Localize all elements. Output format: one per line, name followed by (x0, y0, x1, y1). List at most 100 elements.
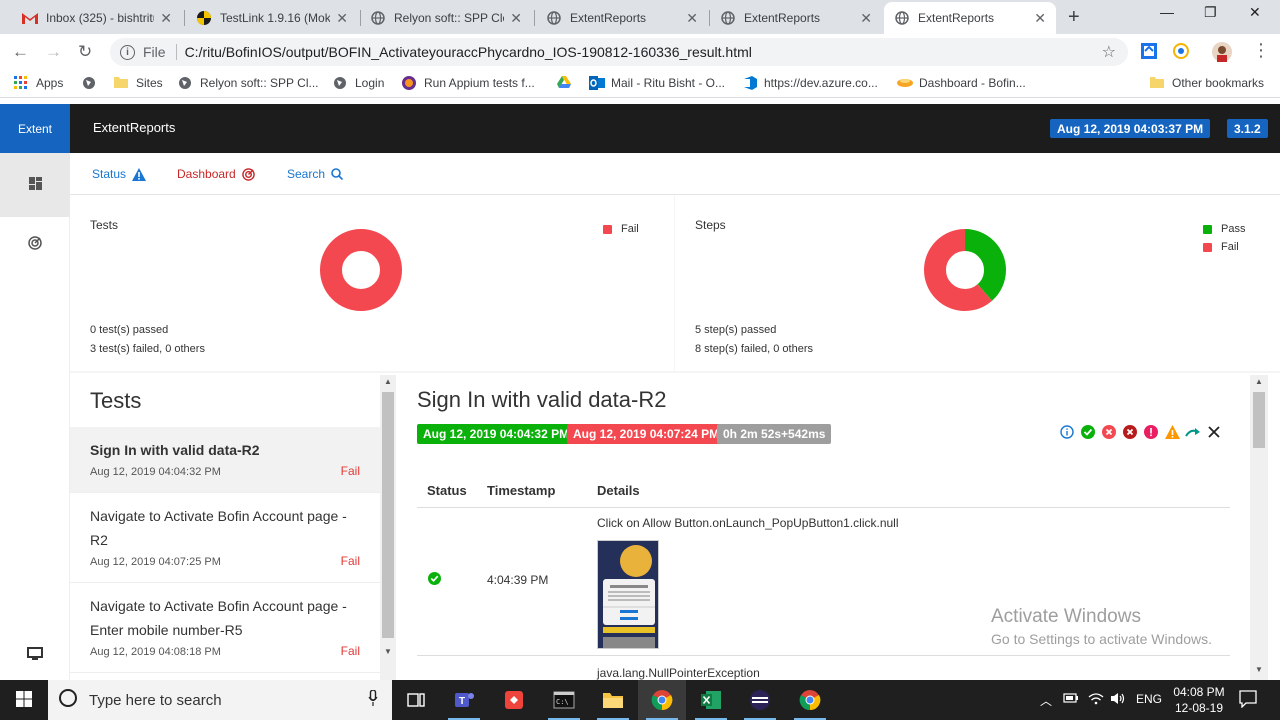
dashboard-link[interactable]: Dashboard (177, 167, 255, 181)
battery-icon[interactable] (1063, 692, 1079, 707)
taskbar-clock[interactable]: 04:08 PM 12-08-19 (1170, 684, 1228, 716)
bookmark-relyon[interactable]: Relyon soft:: SPP Cl... (178, 76, 319, 90)
eclipse-icon[interactable] (736, 680, 784, 720)
close-icon[interactable]: ✕ (1034, 10, 1046, 27)
tab-extent-1[interactable]: ExtentReports ✕ (536, 2, 708, 34)
activate-windows-watermark: Activate Windows (991, 606, 1141, 627)
bookmark-dashboard[interactable]: Dashboard - Bofin... (897, 76, 1026, 90)
bookmark-login[interactable]: Login (333, 76, 384, 90)
bookmark-mail[interactable]: Mail - Ritu Bisht - O... (589, 76, 725, 90)
svg-text:T: T (459, 696, 465, 707)
legend-fail[interactable]: Fail (603, 223, 639, 235)
status-filter-link[interactable]: Status (92, 167, 147, 181)
step-details: java.lang.NullPointerException (597, 666, 760, 680)
legend-pass[interactable]: Pass (1203, 223, 1245, 235)
reload-icon[interactable]: ↻ (78, 42, 92, 62)
sidenav-item-tests[interactable] (0, 153, 70, 217)
wifi-icon[interactable] (1088, 692, 1104, 708)
fatal-filter-icon[interactable] (1122, 424, 1138, 440)
start-time-badge: Aug 12, 2019 04:04:32 PM (417, 424, 576, 444)
tests-list-scrollbar[interactable]: ▲ ▼ (380, 375, 396, 680)
notifications-icon[interactable] (1239, 690, 1257, 711)
teams-icon[interactable]: T (440, 680, 488, 720)
bookmark-star-icon[interactable]: ☆ (1102, 42, 1116, 62)
tab-relyon[interactable]: Relyon soft:: SPP Clou ✕ (360, 2, 532, 34)
address-bar[interactable]: i File C:/ritu/BofinIOS/output/BOFIN_Act… (110, 38, 1128, 66)
taskbar-search-box[interactable]: Type here to search (48, 680, 392, 720)
tab-extent-2[interactable]: ExtentReports ✕ (710, 2, 882, 34)
new-tab-button[interactable]: + (1068, 6, 1080, 29)
search-link[interactable]: Search (287, 167, 344, 181)
tab-extent-active[interactable]: ExtentReports ✕ (884, 2, 1056, 34)
sidenav-item-environment[interactable] (0, 635, 70, 675)
window-close-icon[interactable]: ✕ (1249, 4, 1261, 21)
list-item[interactable]: Navigate to Activate Bofin Account page … (70, 493, 380, 583)
skip-filter-icon[interactable] (1185, 424, 1201, 440)
avatar[interactable] (1212, 42, 1232, 62)
close-icon[interactable]: ✕ (510, 10, 522, 27)
chevron-up-icon[interactable]: ︿ (1040, 692, 1052, 709)
extension-icon[interactable] (1140, 42, 1160, 62)
detail-scrollbar[interactable]: ▲ ▼ (1250, 375, 1268, 680)
folder-icon (114, 76, 128, 90)
legend-fail[interactable]: Fail (1203, 241, 1239, 253)
scroll-thumb[interactable] (1253, 392, 1265, 448)
info-icon[interactable]: i (120, 44, 135, 60)
scroll-thumb[interactable] (382, 392, 394, 638)
end-time-badge: Aug 12, 2019 04:07:24 PM (567, 424, 726, 444)
scroll-down-icon[interactable]: ▼ (1255, 665, 1263, 674)
screenshot-thumbnail[interactable] (597, 540, 659, 649)
browser-toolbar: ← → ↻ i File C:/ritu/BofinIOS/output/BOF… (0, 34, 1280, 70)
bookmark-azure[interactable]: https://dev.azure.co... (742, 76, 878, 90)
svg-text:C:\: C:\ (556, 698, 569, 706)
close-icon[interactable]: ✕ (160, 10, 172, 27)
pass-filter-icon[interactable] (1080, 424, 1096, 440)
close-icon[interactable]: ✕ (336, 10, 348, 27)
bookmark-other[interactable]: Other bookmarks (1150, 76, 1264, 90)
excel-icon[interactable] (687, 680, 735, 720)
start-button[interactable] (0, 680, 48, 720)
anydesk-icon[interactable] (490, 680, 538, 720)
globe-icon (82, 76, 96, 90)
forward-arrow-icon[interactable]: → (45, 42, 62, 62)
chrome-icon[interactable] (638, 680, 686, 720)
close-icon[interactable]: ✕ (686, 10, 698, 27)
tab-testlink[interactable]: TestLink 1.9.16 (Moka ✕ (186, 2, 358, 34)
bookmark-globe[interactable] (82, 76, 104, 90)
error-filter-icon[interactable] (1143, 424, 1159, 440)
tab-gmail[interactable]: Inbox (325) - bishtritu ✕ (12, 2, 182, 34)
input-language[interactable]: ENG (1136, 692, 1162, 706)
clear-filter-icon[interactable] (1206, 424, 1222, 440)
status-badge: Fail (340, 464, 360, 478)
fail-filter-icon[interactable] (1101, 424, 1117, 440)
scroll-down-icon[interactable]: ▼ (384, 647, 392, 656)
minimize-icon[interactable]: — (1160, 4, 1174, 20)
bookmark-drive[interactable] (557, 76, 579, 90)
file-explorer-icon[interactable] (589, 680, 637, 720)
brand-logo[interactable]: Extent (0, 104, 70, 153)
bookmark-appium[interactable]: Run Appium tests f... (402, 76, 535, 90)
dashboard-icon (897, 76, 913, 90)
extension-icon[interactable] (1172, 42, 1192, 62)
list-item[interactable]: Sign In with valid data-R2 Aug 12, 2019 … (70, 427, 380, 493)
sidenav-item-dashboard[interactable] (0, 224, 70, 264)
microphone-icon[interactable] (368, 689, 378, 710)
azure-icon (742, 76, 757, 90)
bookmark-sites[interactable]: Sites (114, 76, 163, 90)
bookmark-apps[interactable]: Apps (14, 76, 63, 90)
scroll-up-icon[interactable]: ▲ (384, 377, 392, 386)
info-filter-icon[interactable] (1059, 424, 1075, 440)
list-item[interactable]: Navigate to Activate Bofin Account page … (70, 583, 380, 673)
more-vert-icon[interactable]: ⋮ (1252, 40, 1272, 60)
close-icon[interactable]: ✕ (860, 10, 872, 27)
chrome-icon[interactable] (786, 680, 834, 720)
task-view-icon[interactable] (392, 680, 440, 720)
donut-slice-fail[interactable] (320, 229, 402, 311)
warning-filter-icon[interactable] (1164, 424, 1180, 440)
speaker-icon[interactable] (1110, 692, 1126, 708)
legend-swatch (603, 224, 612, 234)
terminal-icon[interactable]: C:\ (540, 680, 588, 720)
maximize-icon[interactable]: ❐ (1204, 4, 1217, 21)
back-arrow-icon[interactable]: ← (12, 42, 29, 62)
scroll-up-icon[interactable]: ▲ (1255, 377, 1263, 386)
